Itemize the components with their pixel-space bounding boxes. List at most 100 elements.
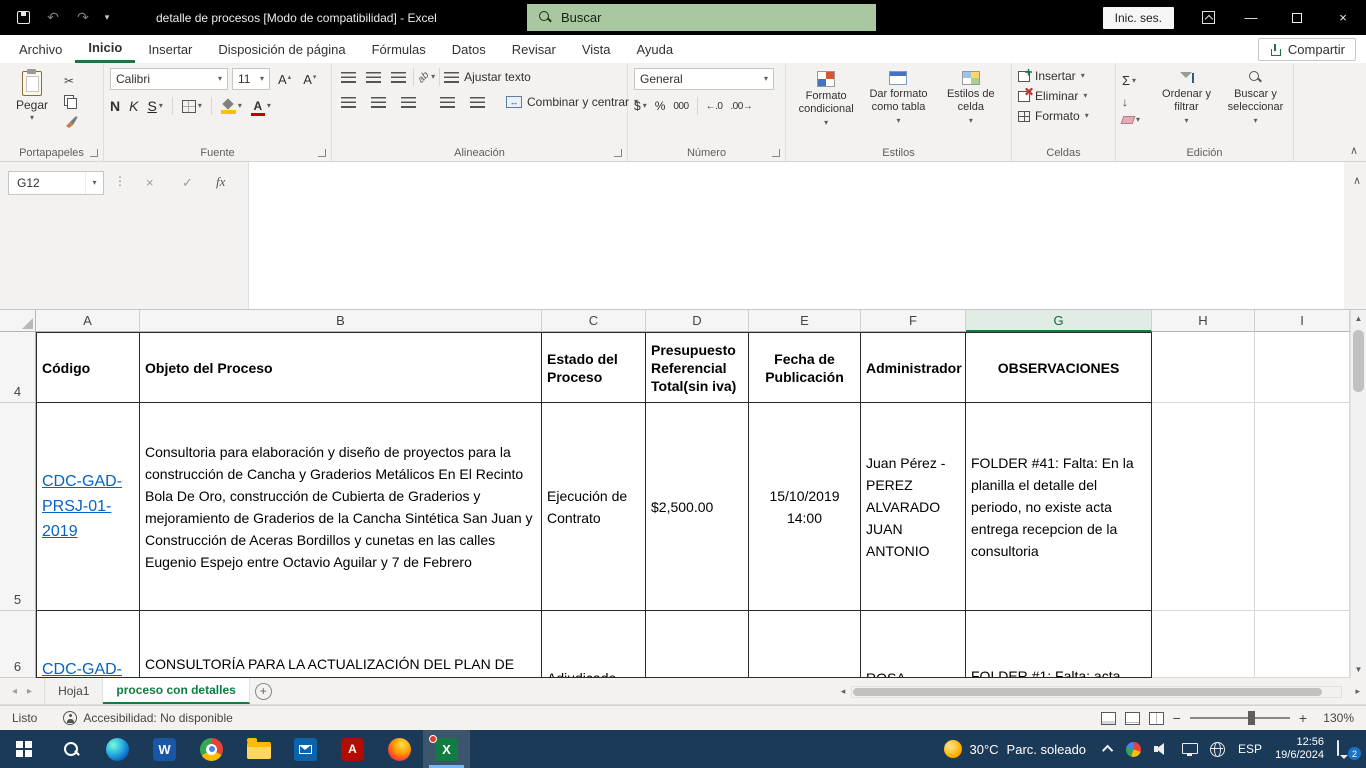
hscroll-left-icon[interactable]: ◂ (835, 686, 851, 697)
language-indicator[interactable]: ESP (1238, 742, 1262, 756)
col-header-d[interactable]: D (646, 310, 749, 332)
increase-indent-icon[interactable] (467, 94, 488, 111)
font-name-select[interactable]: Calibri ▾ (110, 68, 228, 90)
cell-e4[interactable]: Fecha de Publicación (749, 332, 861, 403)
insert-function-icon[interactable]: fx (216, 174, 225, 190)
merge-center-button[interactable]: ↔ Combinar y centrar ▾ (506, 95, 638, 109)
cell-a6[interactable]: CDC-GAD- (36, 611, 140, 678)
tab-archivo[interactable]: Archivo (6, 35, 75, 63)
cell-d4[interactable]: Presupuesto Referencial Total(sin iva) (646, 332, 749, 403)
tab-insertar[interactable]: Insertar (135, 35, 205, 63)
enter-icon[interactable]: ✓ (182, 175, 193, 191)
taskbar-word-button[interactable]: W (141, 730, 188, 768)
tab-ayuda[interactable]: Ayuda (624, 35, 687, 63)
process-link[interactable]: CDC-GAD- (42, 657, 134, 678)
cell-e6[interactable] (749, 611, 861, 678)
taskbar-firefox-button[interactable] (376, 730, 423, 768)
vertical-scrollbar[interactable]: ▲ ▼ (1350, 310, 1366, 678)
cancel-icon[interactable]: × (146, 175, 154, 190)
save-icon[interactable] (10, 5, 36, 31)
orientation-button[interactable]: ab ▾ (418, 72, 435, 83)
row-header-5[interactable]: 5 (0, 403, 36, 611)
redo-icon[interactable]: ↷ (70, 5, 96, 31)
col-header-f[interactable]: F (861, 310, 966, 332)
cell-h6[interactable] (1152, 611, 1255, 678)
page-layout-view-icon[interactable] (1125, 712, 1140, 725)
sheet-nav-left-icon[interactable]: ◂ (12, 686, 17, 697)
notification-center-button[interactable]: 2 (1337, 741, 1356, 757)
tab-revisar[interactable]: Revisar (499, 35, 569, 63)
cell-f6[interactable]: ROSA (861, 611, 966, 678)
zoom-level[interactable]: 130% (1316, 711, 1354, 725)
taskbar-file-explorer-button[interactable] (235, 730, 282, 768)
accessibility-status[interactable]: Accesibilidad: No disponible (63, 711, 232, 725)
fill-button[interactable]: ↓ (1122, 95, 1149, 109)
cell-c6[interactable]: Adjudicado (542, 611, 646, 678)
comma-style-button[interactable]: 000 (673, 101, 688, 112)
zoom-out-icon[interactable]: − (1173, 710, 1181, 726)
sign-in-button[interactable]: Inic. ses. (1103, 7, 1174, 29)
percent-button[interactable]: % (655, 99, 666, 113)
cell-g4[interactable]: OBSERVACIONES (966, 332, 1152, 403)
vertical-scroll-thumb[interactable] (1353, 330, 1364, 392)
search-box[interactable]: Buscar (527, 4, 876, 31)
maximize-button[interactable] (1274, 0, 1320, 35)
font-color-button[interactable]: A ▾ (251, 100, 271, 112)
qat-customize-icon[interactable]: ▾ (100, 12, 114, 23)
close-button[interactable]: × (1320, 0, 1366, 35)
row-header-6[interactable]: 6 (0, 611, 36, 678)
volume-icon[interactable] (1154, 742, 1169, 756)
tab-vista[interactable]: Vista (569, 35, 624, 63)
taskbar-edge-button[interactable] (94, 730, 141, 768)
col-header-i[interactable]: I (1255, 310, 1350, 332)
italic-button[interactable]: K (129, 98, 138, 114)
format-as-table-button[interactable]: Dar formato como tabla ▾ (864, 68, 932, 143)
borders-button[interactable]: ▾ (182, 100, 202, 113)
weather-widget[interactable]: 30°C Parc. soleado (938, 740, 1093, 758)
zoom-slider-thumb[interactable] (1248, 711, 1255, 725)
increase-font-icon[interactable]: A▴ (274, 70, 295, 89)
alignment-dialog-launcher[interactable] (614, 149, 622, 157)
name-box[interactable]: G12 ▾ (8, 171, 104, 195)
col-header-a[interactable]: A (36, 310, 140, 332)
wrap-text-button[interactable]: Ajustar texto (444, 70, 531, 84)
align-top-icon[interactable] (338, 69, 359, 86)
collapse-formula-bar-icon[interactable]: ∧ (1353, 174, 1361, 187)
clear-button[interactable]: ▾ (1122, 116, 1149, 124)
copy-icon[interactable] (64, 95, 76, 108)
format-painter-icon[interactable] (64, 115, 78, 128)
col-header-h[interactable]: H (1152, 310, 1255, 332)
collapse-ribbon-icon[interactable]: ∧ (1350, 144, 1358, 157)
cell-c4[interactable]: Estado del Proceso (542, 332, 646, 403)
horizontal-scrollbar[interactable]: ◂ (835, 683, 1342, 700)
taskbar-outlook-button[interactable] (282, 730, 329, 768)
cell-i5[interactable] (1255, 403, 1350, 611)
fill-color-button[interactable]: ▾ (221, 99, 242, 114)
cell-i4[interactable] (1255, 332, 1350, 403)
cell-b4[interactable]: Objeto del Proceso (140, 332, 542, 403)
formula-input[interactable] (248, 162, 1344, 309)
align-left-icon[interactable] (338, 94, 359, 111)
cell-e5[interactable]: 15/10/2019 14:00 (749, 403, 861, 611)
cell-d5[interactable]: $2,500.00 (646, 403, 749, 611)
new-sheet-button[interactable]: + (250, 678, 277, 704)
font-dialog-launcher[interactable] (318, 149, 326, 157)
align-center-icon[interactable] (368, 94, 389, 111)
clipboard-dialog-launcher[interactable] (90, 149, 98, 157)
taskbar-chrome-button[interactable] (188, 730, 235, 768)
find-select-button[interactable]: Buscar y seleccionar ▾ (1224, 68, 1287, 143)
number-format-select[interactable]: General ▾ (634, 68, 774, 90)
zoom-slider[interactable] (1190, 717, 1290, 719)
tray-app-icon[interactable] (1126, 742, 1141, 757)
undo-icon[interactable]: ↶ (40, 5, 66, 31)
network-icon[interactable] (1210, 742, 1225, 757)
decrease-font-icon[interactable]: A▾ (299, 70, 320, 89)
scroll-up-icon[interactable]: ▲ (1351, 310, 1366, 327)
conditional-formatting-button[interactable]: Formato condicional ▾ (792, 68, 860, 143)
start-button[interactable] (0, 730, 47, 768)
decrease-indent-icon[interactable] (437, 94, 458, 111)
col-header-g-selected[interactable]: G (966, 310, 1152, 332)
col-header-b[interactable]: B (140, 310, 542, 332)
cell-f5[interactable]: Juan Pérez - PEREZ ALVARADO JUAN ANTONIO (861, 403, 966, 611)
format-cells-button[interactable]: Formato ▾ (1018, 109, 1109, 123)
